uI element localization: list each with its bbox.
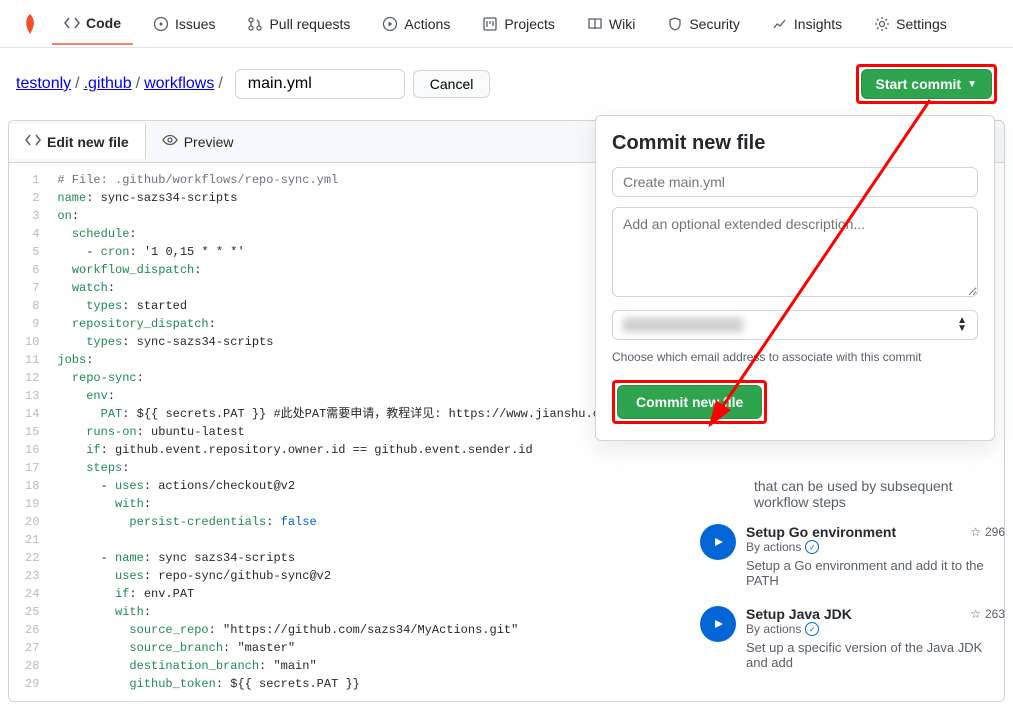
pr-icon (247, 16, 263, 32)
play-circle-icon (700, 524, 736, 560)
commit-popover: Commit new file ▲▼ Choose which email ad… (595, 115, 995, 441)
book-icon (587, 16, 603, 32)
verified-icon: ✓ (805, 622, 819, 636)
commit-summary-input[interactable] (612, 167, 978, 197)
tab-insights[interactable]: Insights (760, 4, 854, 44)
tab-label: Issues (175, 16, 215, 32)
tab-label: Wiki (609, 16, 635, 32)
caret-down-icon: ▼ (967, 79, 977, 90)
crumb-workflows[interactable]: workflows (144, 75, 214, 92)
star-icon: ☆ (970, 525, 981, 539)
star-icon: ☆ (970, 607, 981, 621)
tab-label: Code (86, 15, 121, 31)
gear-icon (874, 16, 890, 32)
tab-label: Projects (504, 16, 555, 32)
trailing-text: that can be used by subsequent workflow … (700, 478, 1005, 510)
line-gutter: 1234567891011121314151617181920212223242… (9, 163, 49, 701)
issue-icon (153, 16, 169, 32)
email-help-text: Choose which email address to associate … (612, 350, 978, 364)
tab-projects[interactable]: Projects (470, 4, 567, 44)
logo-icon (16, 10, 44, 38)
mp-author: By actions (746, 540, 801, 554)
tab-preview[interactable]: Preview (146, 124, 250, 159)
star-count[interactable]: ☆296 (970, 524, 1005, 540)
email-blurred (623, 318, 743, 332)
mp-author: By actions (746, 622, 801, 636)
verified-icon: ✓ (805, 540, 819, 554)
play-circle-icon (700, 606, 736, 642)
tab-pull-requests[interactable]: Pull requests (235, 4, 362, 44)
code-icon (64, 15, 80, 31)
marketplace-item[interactable]: Setup Go environment ☆296 By actions ✓ S… (700, 524, 1005, 588)
play-icon (382, 16, 398, 32)
mp-title: Setup Java JDK (746, 606, 852, 622)
tab-label: Security (689, 16, 740, 32)
commit-email-select[interactable]: ▲▼ (612, 310, 978, 340)
mp-description: Set up a specific version of the Java JD… (746, 640, 1005, 670)
mp-description: Setup a Go environment and add it to the… (746, 558, 1005, 588)
commit-title: Commit new file (612, 132, 978, 155)
tab-code[interactable]: Code (52, 3, 133, 45)
commit-description-input[interactable] (612, 207, 978, 297)
tab-label: Actions (404, 16, 450, 32)
tab-wiki[interactable]: Wiki (575, 4, 647, 44)
tab-actions[interactable]: Actions (370, 4, 462, 44)
tab-label: Pull requests (269, 16, 350, 32)
tab-issues[interactable]: Issues (141, 4, 227, 44)
updown-icon: ▲▼ (957, 317, 967, 333)
eye-icon (162, 132, 178, 151)
filename-input[interactable] (235, 69, 405, 99)
repo-nav-tabs: Code Issues Pull requests Actions Projec… (0, 0, 1013, 48)
start-commit-button[interactable]: Start commit ▼ (861, 69, 992, 99)
start-commit-label: Start commit (876, 76, 962, 92)
tab-security[interactable]: Security (655, 4, 752, 44)
crumb-repo[interactable]: testonly (16, 75, 71, 92)
cancel-button[interactable]: Cancel (413, 70, 491, 98)
shield-icon (667, 16, 683, 32)
project-icon (482, 16, 498, 32)
tab-label: Insights (794, 16, 842, 32)
code-icon (25, 132, 41, 151)
marketplace-item[interactable]: Setup Java JDK ☆263 By actions ✓ Set up … (700, 606, 1005, 670)
tab-label: Preview (184, 134, 234, 150)
breadcrumb-bar: testonly/.github/workflows/ Cancel Start… (0, 48, 1013, 120)
tab-edit-file[interactable]: Edit new file (9, 124, 146, 159)
tab-settings[interactable]: Settings (862, 4, 959, 44)
marketplace-sidebar: that can be used by subsequent workflow … (700, 478, 1005, 688)
tab-label: Edit new file (47, 134, 129, 150)
graph-icon (772, 16, 788, 32)
commit-new-file-button[interactable]: Commit new file (617, 385, 762, 419)
mp-title: Setup Go environment (746, 524, 896, 540)
tab-label: Settings (896, 16, 947, 32)
breadcrumb: testonly/.github/workflows/ (16, 75, 227, 93)
star-count[interactable]: ☆263 (970, 606, 1005, 622)
crumb-github[interactable]: .github (84, 75, 132, 92)
